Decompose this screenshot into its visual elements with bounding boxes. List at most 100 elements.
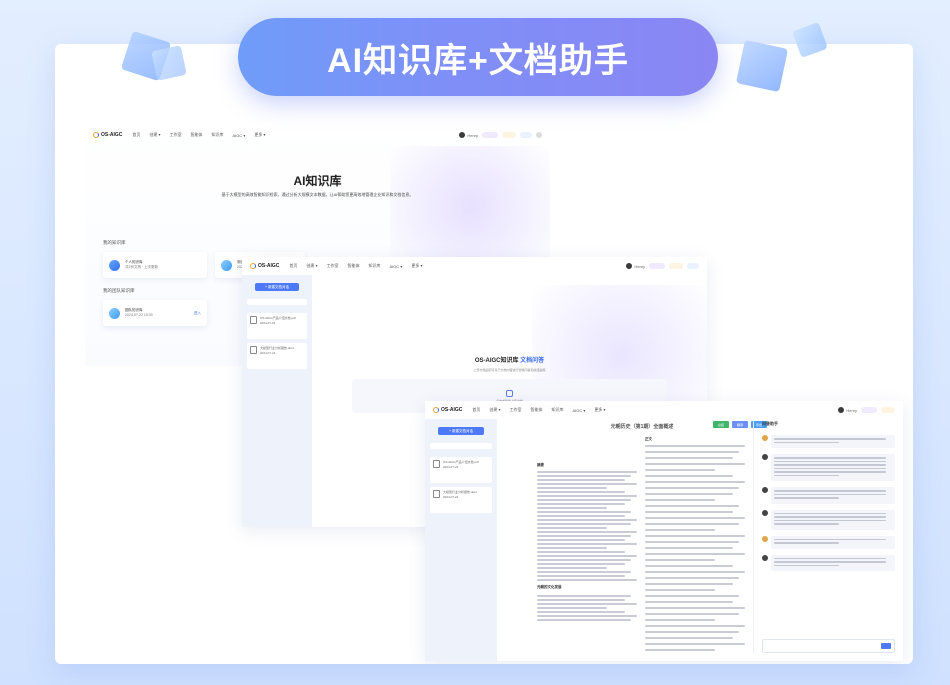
avatar[interactable] <box>459 132 466 138</box>
doc-text-line <box>537 511 631 513</box>
doc-search-input[interactable] <box>430 443 492 449</box>
app-logo[interactable]: OS-AIGC <box>93 132 122 138</box>
nav-item-aigc[interactable]: AIGC ▾ <box>390 264 403 269</box>
doc-text-line <box>537 619 631 621</box>
vip-badge[interactable] <box>649 263 665 269</box>
send-button[interactable] <box>881 643 891 649</box>
chat-input[interactable] <box>762 639 895 653</box>
doc-text-line <box>537 611 625 613</box>
chat-text-line <box>774 467 887 469</box>
doc-text-line <box>645 625 745 627</box>
doc-text-line <box>645 541 739 543</box>
doc-list-item[interactable]: 大模型行业分析报告.docx 2024-07-21 <box>247 343 307 369</box>
avatar[interactable] <box>838 407 845 413</box>
doc-text-line <box>537 539 625 541</box>
nav-item-kb[interactable]: 知识库 <box>369 263 381 269</box>
doc-search-input[interactable] <box>247 299 307 305</box>
message-badge[interactable] <box>687 263 699 269</box>
doc-text-line <box>537 483 637 485</box>
nav-item-agent[interactable]: 智能体 <box>348 263 360 269</box>
doc-text-line <box>537 595 631 597</box>
translate-button[interactable]: 翻译 <box>732 421 748 428</box>
nav-item-more[interactable]: 更多 ▾ <box>411 263 422 269</box>
doc-text-line <box>537 535 631 537</box>
chat-text-line <box>774 564 839 566</box>
vip-badge[interactable] <box>482 132 498 138</box>
nav-item-home[interactable]: 首页 <box>472 407 480 413</box>
doc-text-line <box>645 511 733 513</box>
doc-text-line <box>645 457 733 459</box>
chat-text-line <box>774 457 887 459</box>
nav-item-home[interactable]: 首页 <box>132 132 140 138</box>
summarize-button[interactable]: 总结 <box>713 421 729 428</box>
nav-item-studio[interactable]: 工作室 <box>170 132 182 138</box>
document-icon <box>433 490 440 498</box>
document-viewer[interactable]: 元朝历史（第1期）全面概述 总结 翻译 导出 摘要 正文 元朝的文化发展 <box>537 421 767 653</box>
nav-item-more[interactable]: 更多 ▾ <box>254 132 265 138</box>
chat-message <box>762 554 895 571</box>
points-badge[interactable] <box>669 263 683 269</box>
vip-badge[interactable] <box>861 407 877 413</box>
chat-message <box>762 454 895 481</box>
settings-icon[interactable] <box>536 132 542 138</box>
doc-text-line <box>537 559 631 561</box>
points-badge[interactable] <box>881 407 895 413</box>
avatar <box>762 454 768 460</box>
app-logo[interactable]: OS-AIGC <box>433 407 462 413</box>
chat-message <box>762 435 895 448</box>
nav-item-create[interactable]: 创建 ▾ <box>306 263 317 269</box>
logo-icon <box>433 407 439 413</box>
nav-item-studio[interactable]: 工作室 <box>510 407 522 413</box>
nav-item-kb[interactable]: 知识库 <box>552 407 564 413</box>
nav-item-more[interactable]: 更多 ▾ <box>594 407 605 413</box>
doc-text-line <box>645 577 739 579</box>
nav-item-studio[interactable]: 工作室 <box>327 263 339 269</box>
doc-text-line <box>645 553 745 555</box>
doc-list-item[interactable]: 大模型行业分析报告.docx 2024-07-21 <box>430 487 492 513</box>
doc-text-line <box>645 499 715 501</box>
nav-item-agent[interactable]: 智能体 <box>191 132 203 138</box>
doc-text-line <box>537 567 607 569</box>
new-doc-button[interactable]: + 新建文档对话 <box>255 283 299 291</box>
kb-enter-link[interactable]: 进入 <box>194 311 201 316</box>
doc-text-line <box>645 607 745 609</box>
chat-text-line <box>774 464 887 466</box>
doc-text-line <box>645 619 715 621</box>
kb-card[interactable]: 个人知识库 共2份文档 · 上次更新 <box>103 252 207 278</box>
doc-text-line <box>645 649 715 651</box>
doc-list-item[interactable]: OS-AIGC产品介绍文档.pdf 2024-07-22 <box>430 457 492 483</box>
avatar[interactable] <box>626 263 633 269</box>
kb-card[interactable]: 团队知识库 2024-07-22 10:30 进入 <box>103 300 207 326</box>
chat-text-line <box>774 523 839 525</box>
team-kb-label: 我的团队知识库 <box>103 288 135 293</box>
user-name: Henry <box>467 132 478 138</box>
doc-list-item[interactable]: OS-AIGC产品介绍文档.pdf 2024-07-22 <box>247 313 307 339</box>
top-navbar: OS-AIGC 首页 创建 ▾ 工作室 智能体 知识库 AIGC ▾ 更多 ▾ … <box>242 257 707 275</box>
chat-text-line <box>774 493 887 495</box>
nav-item-create[interactable]: 创建 ▾ <box>489 407 500 413</box>
doc-text-line <box>537 571 631 573</box>
document-icon <box>250 346 257 354</box>
nav-item-create[interactable]: 创建 ▾ <box>149 132 160 138</box>
doc-text-line <box>537 531 637 533</box>
nav-item-kb[interactable]: 知识库 <box>212 132 224 138</box>
document-icon <box>433 460 440 468</box>
doc-text-line <box>645 445 745 447</box>
nav-item-home[interactable]: 首页 <box>289 263 297 269</box>
kb-globe-icon <box>109 307 120 319</box>
message-badge[interactable] <box>520 132 532 138</box>
doc-section-heading: 正文 <box>645 437 652 441</box>
nav-item-aigc[interactable]: AIGC ▾ <box>573 408 586 413</box>
nav-item-aigc[interactable]: AIGC ▾ <box>233 133 246 138</box>
chat-text-line <box>774 490 887 492</box>
doc-text-line <box>537 519 637 521</box>
nav-item-agent[interactable]: 智能体 <box>531 407 543 413</box>
doc-text-line <box>645 565 733 567</box>
logo-icon <box>93 132 99 138</box>
app-logo[interactable]: OS-AIGC <box>250 263 279 269</box>
doc-text-line <box>537 487 607 489</box>
doc-text-line <box>537 607 607 609</box>
new-doc-button[interactable]: + 新建文档对话 <box>438 427 484 435</box>
chat-bubble <box>771 509 895 530</box>
points-badge[interactable] <box>502 132 516 138</box>
